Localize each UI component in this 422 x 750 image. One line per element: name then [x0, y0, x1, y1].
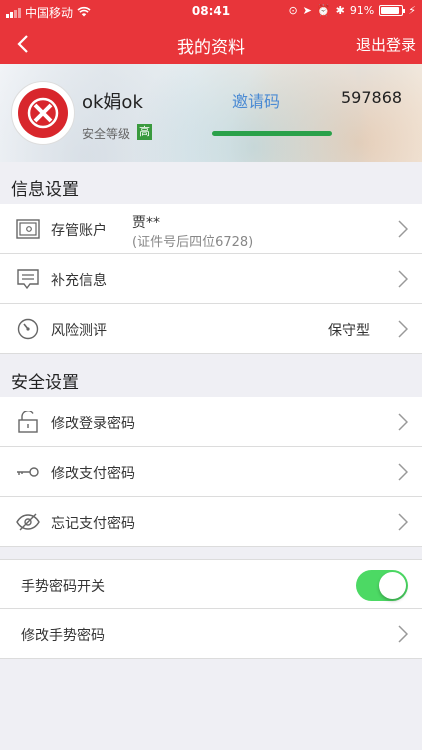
modify-gesture-row[interactable]: 修改手势密码: [0, 609, 422, 659]
security-level-badge: 高: [137, 124, 152, 140]
status-bar: 中国移动 08:41 ⊙ ➤ ⏰ ✱ 91% ⚡: [0, 0, 422, 24]
forgot-pay-password-label: 忘记支付密码: [51, 516, 135, 532]
gauge-icon: [17, 318, 39, 340]
eye-slash-icon: [16, 513, 40, 531]
id-suffix-hint: (证件号后四位6728): [132, 235, 254, 250]
invite-code-link[interactable]: 邀请码: [232, 88, 280, 112]
message-icon: [17, 269, 39, 290]
change-pay-password-label: 修改支付密码: [51, 466, 135, 482]
chevron-right-icon: [398, 270, 408, 288]
chevron-right-icon: [398, 220, 408, 238]
chevron-right-icon: [398, 320, 408, 338]
safe-icon: [16, 219, 40, 239]
account-holder-name: 贾**: [132, 215, 160, 231]
unlock-icon: [18, 411, 38, 433]
risk-assessment-row[interactable]: 风险测评 保守型: [0, 304, 422, 354]
chevron-right-icon: [398, 513, 408, 531]
change-pay-password-row[interactable]: 修改支付密码: [0, 447, 422, 497]
logout-button[interactable]: 退出登录: [356, 34, 416, 55]
profile-header: ok娟ok 安全等级 高 邀请码 597868: [0, 64, 422, 162]
gesture-switch-row: 手势密码开关: [0, 559, 422, 609]
info-settings-header: 信息设置: [0, 162, 422, 204]
nav-bar: 我的资料 退出登录: [0, 24, 422, 64]
invite-code-value: 597868: [341, 88, 403, 107]
risk-level-value: 保守型: [328, 323, 370, 339]
risk-assessment-label: 风险测评: [51, 323, 107, 339]
gesture-switch-label: 手势密码开关: [21, 579, 105, 595]
security-progress-fill: [212, 131, 332, 136]
lock-rotation-icon: ⊙: [288, 4, 298, 17]
brand-logo-icon: [18, 88, 68, 138]
alarm-icon: ⏰: [316, 4, 331, 17]
chevron-right-icon: [398, 625, 408, 643]
username: ok娟ok: [82, 92, 143, 113]
toggle-knob: [379, 572, 406, 599]
charging-icon: ⚡: [408, 4, 416, 17]
supplement-info-row[interactable]: 补充信息: [0, 254, 422, 304]
custody-account-row[interactable]: 存管账户 贾** (证件号后四位6728): [0, 204, 422, 254]
change-login-password-row[interactable]: 修改登录密码: [0, 397, 422, 447]
battery-percent: 91%: [349, 4, 375, 17]
forgot-pay-password-row[interactable]: 忘记支付密码: [0, 497, 422, 547]
location-icon: ➤: [302, 4, 312, 17]
security-settings-header: 安全设置: [0, 355, 422, 397]
chevron-right-icon: [398, 413, 408, 431]
key-icon: [17, 467, 39, 477]
change-login-password-label: 修改登录密码: [51, 416, 135, 432]
battery-fill: [381, 7, 400, 14]
bluetooth-icon: ✱: [335, 4, 345, 17]
gesture-toggle[interactable]: [356, 570, 408, 601]
status-right: ⊙ ➤ ⏰ ✱ 91% ⚡: [288, 4, 416, 17]
supplement-info-label: 补充信息: [51, 273, 107, 289]
modify-gesture-label: 修改手势密码: [21, 628, 105, 644]
avatar[interactable]: [11, 81, 75, 145]
custody-account-label: 存管账户: [51, 223, 107, 239]
security-progress-bar: [212, 131, 332, 136]
battery-icon: [379, 5, 406, 16]
chevron-right-icon: [398, 463, 408, 481]
security-level-label: 安全等级: [82, 127, 131, 141]
